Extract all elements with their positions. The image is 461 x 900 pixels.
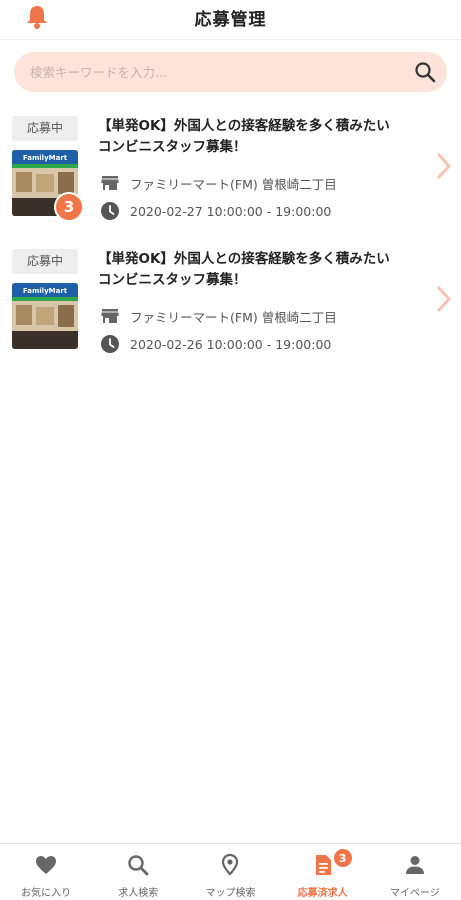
clock-icon <box>101 335 119 353</box>
app-header: 応募管理 <box>0 0 461 40</box>
application-card[interactable]: 応募中 FamilyMart 3 【単発OK】外国人との接客経験を多く積みたいコ… <box>0 110 461 238</box>
datetime-row: 2020-02-26 10:00:00 - 19:00:00 <box>100 333 331 355</box>
store-icon <box>101 309 119 323</box>
status-badge: 応募中 <box>12 116 78 141</box>
tab-my-page[interactable]: マイページ <box>369 844 461 900</box>
store-thumbnail: FamilyMart <box>12 283 78 349</box>
tab-label: マップ検索 <box>205 888 256 899</box>
search-icon <box>128 855 149 876</box>
thumbnail-sign-text: FamilyMart <box>23 287 68 295</box>
store-row: ファミリーマート(FM) 曽根崎二丁目 <box>100 305 337 327</box>
bottom-tab-bar: お気に入り 求人検索 マップ検索 3 応募済求人 マイページ <box>0 843 461 900</box>
search-icon[interactable] <box>414 61 436 83</box>
heart-icon <box>36 856 57 874</box>
store-name: ファミリーマート(FM) 曽根崎二丁目 <box>130 309 337 325</box>
tab-label: 応募済求人 <box>297 888 348 899</box>
tab-applied-jobs[interactable]: 3 応募済求人 <box>277 844 369 900</box>
tab-favorites[interactable]: お気に入り <box>0 844 92 900</box>
search-bar <box>14 52 447 92</box>
chevron-right-icon[interactable] <box>436 152 452 180</box>
tab-count-badge: 3 <box>332 848 353 868</box>
thumbnail-sign-text: FamilyMart <box>23 154 68 162</box>
job-title: 【単発OK】外国人との接客経験を多く積みたいコンビニスタッフ募集！ <box>98 251 390 288</box>
datetime-row: 2020-02-27 10:00:00 - 19:00:00 <box>100 200 331 222</box>
store-row: ファミリーマート(FM) 曽根崎二丁目 <box>100 172 337 194</box>
tab-label: 求人検索 <box>118 888 159 899</box>
work-datetime: 2020-02-27 10:00:00 - 19:00:00 <box>130 203 332 219</box>
application-card[interactable]: 応募中 FamilyMart 【単発OK】外国人との接客経験を多く積みたいコンビ… <box>0 243 461 371</box>
unread-count-badge: 3 <box>54 192 84 222</box>
map-pin-icon <box>222 853 239 876</box>
store-name: ファミリーマート(FM) 曽根崎二丁目 <box>130 176 337 192</box>
job-title: 【単発OK】外国人との接客経験を多く積みたいコンビニスタッフ募集！ <box>98 118 390 155</box>
tab-label: マイページ <box>389 888 440 899</box>
clock-icon <box>101 202 119 220</box>
document-icon <box>315 855 331 875</box>
tab-label: お気に入り <box>21 888 72 899</box>
store-icon <box>101 176 119 190</box>
work-datetime: 2020-02-26 10:00:00 - 19:00:00 <box>130 336 332 352</box>
person-icon <box>405 856 424 874</box>
page-title: 応募管理 <box>194 10 267 30</box>
tab-job-search[interactable]: 求人検索 <box>92 844 184 900</box>
status-badge: 応募中 <box>12 249 78 274</box>
tab-map-search[interactable]: マップ検索 <box>184 844 276 900</box>
search-input[interactable] <box>30 52 390 92</box>
chevron-right-icon[interactable] <box>436 285 452 313</box>
